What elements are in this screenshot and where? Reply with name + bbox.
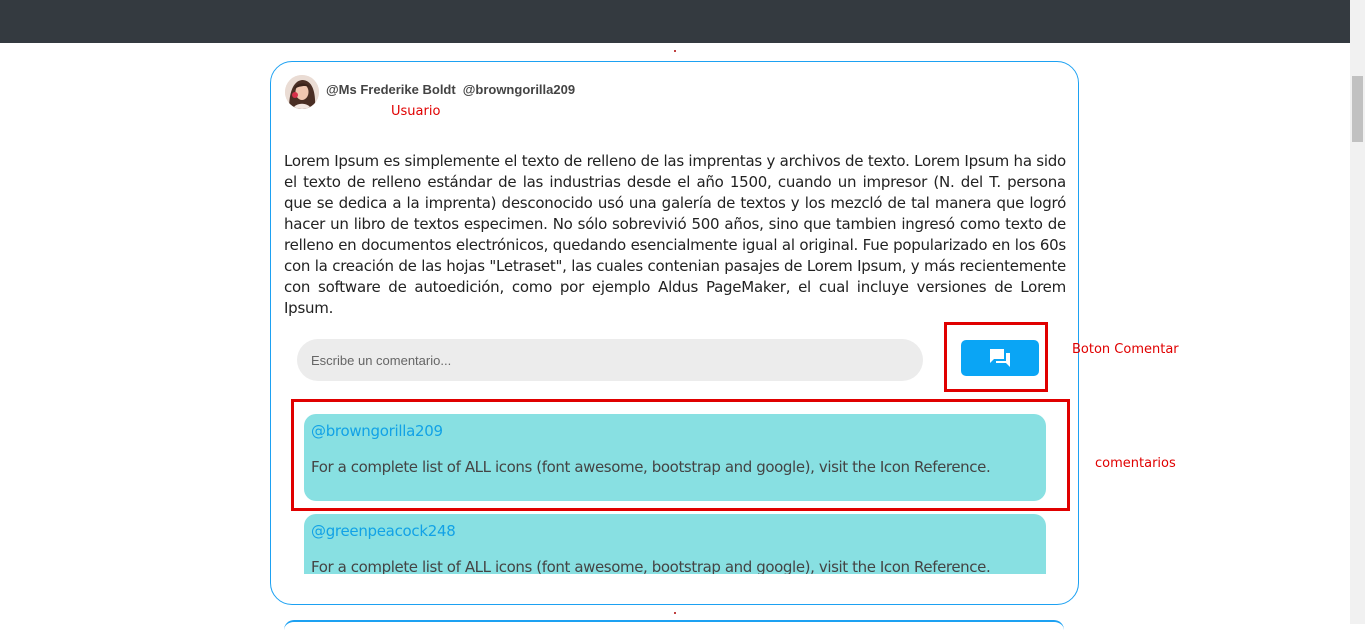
dot-marker [674,50,676,52]
comment-item: @greenpeacock248 For a complete list of … [304,514,1046,574]
comment-author[interactable]: @greenpeacock248 [311,522,1039,542]
page-scrollbar[interactable] [1350,0,1365,624]
next-post-card [284,620,1064,630]
scrollbar-thumb[interactable] [1352,76,1363,142]
top-navbar [0,0,1350,43]
comment-input[interactable] [297,339,923,381]
annotation-box-comment-button [944,322,1048,392]
author-name[interactable]: @Ms Frederike Boldt [326,82,456,97]
annotation-box-comments [291,399,1070,511]
annotation-comment-button: Boton Comentar [1072,342,1179,357]
dot-marker [674,612,676,614]
comment-text: For a complete list of ALL icons (font a… [311,558,991,574]
annotation-user: Usuario [391,104,441,119]
post-body: Lorem Ipsum es simplemente el texto de r… [284,152,1066,317]
avatar[interactable] [285,75,319,109]
annotation-comments: comentarios [1095,456,1176,471]
author-handle[interactable]: @browngorilla209 [463,82,575,97]
post-author: @Ms Frederike Boldt @browngorilla209 [326,82,575,97]
